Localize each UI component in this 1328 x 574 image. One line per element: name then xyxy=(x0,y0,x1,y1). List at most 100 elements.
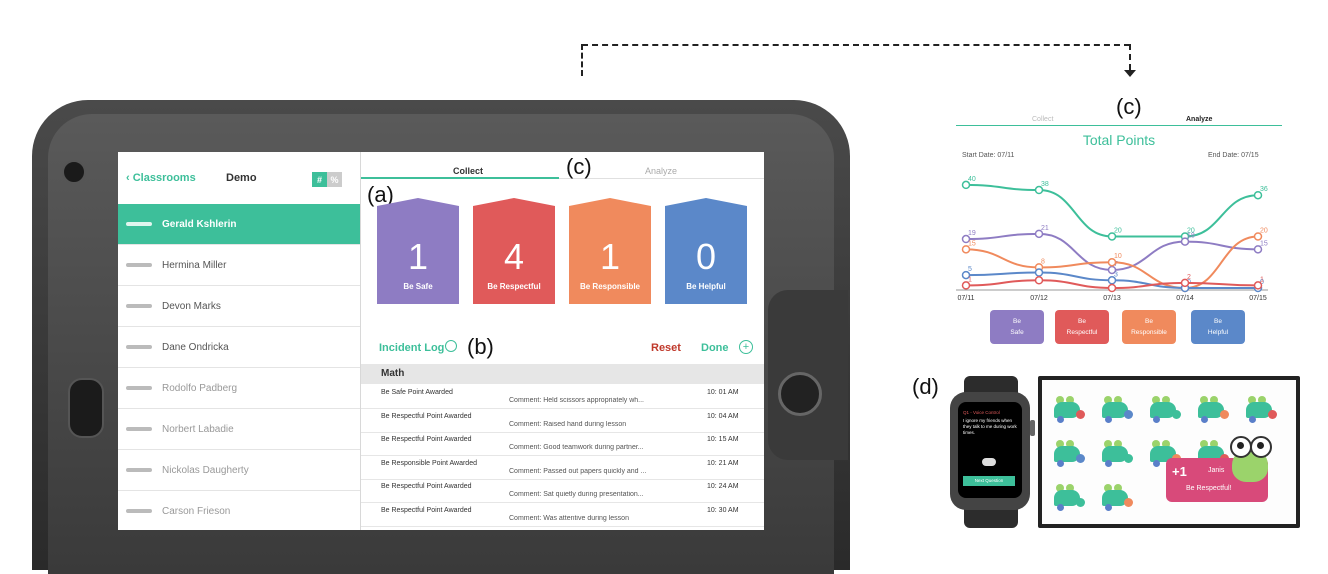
data-label: 18 xyxy=(1187,233,1195,240)
watch-crown[interactable] xyxy=(1030,420,1035,436)
card-peak xyxy=(665,198,747,206)
next-question-button[interactable]: Next Question xyxy=(963,476,1015,486)
status-dot xyxy=(1220,410,1229,419)
log-type: Be Respectful Point Awarded xyxy=(381,506,472,514)
data-label: 1 xyxy=(1260,276,1264,283)
back-button[interactable]: ‹ Classrooms xyxy=(126,172,196,184)
student-row[interactable]: Hermina Miller xyxy=(118,245,360,286)
data-label: 21 xyxy=(1041,225,1049,232)
log-time: 10: 15 AM xyxy=(707,436,739,443)
point-card[interactable]: 0 Be Helpful xyxy=(665,198,747,304)
log-row[interactable]: Be Responsible Point Awarded Comment: Pas… xyxy=(361,456,764,480)
log-row[interactable]: Be Respectful Point Awarded Comment: Good… xyxy=(361,432,764,456)
chevron-left-icon: ‹ xyxy=(126,172,133,184)
data-label: 40 xyxy=(968,176,976,183)
log-row[interactable]: Be Safe Point Awarded Comment: Held sciss… xyxy=(361,385,764,409)
classroom-title: Demo xyxy=(226,172,257,184)
legend-text-1: Be xyxy=(1013,318,1021,325)
count-dot xyxy=(1249,416,1256,423)
card-value: 4 xyxy=(503,236,525,277)
student-name: Dane Ondricka xyxy=(162,341,229,353)
data-label: 36 xyxy=(1260,186,1268,193)
data-point[interactable] xyxy=(1034,276,1044,285)
add-icon[interactable]: + xyxy=(739,340,753,354)
legend-text-2: Respectful xyxy=(1066,329,1098,336)
series-line xyxy=(965,183,1259,238)
log-comment: Comment: Was attentive during lesson xyxy=(509,514,629,522)
count-dot xyxy=(1201,416,1208,423)
student-row[interactable]: Nickolas Daugherty xyxy=(118,450,360,491)
log-time: 10: 30 AM xyxy=(707,506,739,514)
x-tick-label: 07/12 xyxy=(1030,295,1048,300)
figure-label-d: (d) xyxy=(912,374,939,399)
toggle-switch[interactable] xyxy=(982,458,996,466)
data-label: 10 xyxy=(1114,253,1122,260)
student-row[interactable]: Rodolfo Padberg xyxy=(118,368,360,409)
card-label: Be Safe xyxy=(403,282,433,291)
figure-label-b: (b) xyxy=(467,334,494,359)
log-row[interactable]: Be Respectful Point Awarded Comment: Rais… xyxy=(361,409,764,433)
done-button[interactable]: Done xyxy=(701,342,729,354)
count-toggle[interactable]: # % xyxy=(312,172,342,187)
tab-collect[interactable]: Collect xyxy=(453,166,483,176)
point-card[interactable]: 1 Be Safe xyxy=(377,198,459,304)
legend-text-1: Be xyxy=(1078,318,1086,325)
student-row[interactable]: Devon Marks xyxy=(118,286,360,327)
data-point[interactable] xyxy=(1107,283,1117,293)
main-panel: Collect Analyze (c) (a) 1 Be Safe 4 Be Resp… xyxy=(361,152,764,530)
student-list: Gerald Kshlerin Hermina Miller Devon Marks… xyxy=(118,204,360,530)
frog-mascot-icon xyxy=(1228,434,1272,486)
log-type: Be Respectful Point Awarded xyxy=(381,436,472,443)
count-dot xyxy=(1105,504,1112,511)
data-label: 1 xyxy=(968,276,972,283)
student-avatar-icon xyxy=(1102,438,1134,467)
toggle-percent[interactable]: % xyxy=(327,172,342,187)
status-dot xyxy=(1124,498,1133,507)
count-dot xyxy=(1057,416,1064,423)
student-row[interactable]: Gerald Kshlerin xyxy=(118,204,360,245)
legend-text-1: Be xyxy=(1145,318,1153,325)
legend-button[interactable]: Be Safe xyxy=(990,310,1044,344)
search-icon[interactable] xyxy=(445,340,457,352)
student-avatar-icon xyxy=(1054,438,1086,467)
figure-label-c-screen: (c) xyxy=(566,154,592,179)
tab-analyze[interactable]: Analyze xyxy=(645,166,677,176)
reward-points: +1 xyxy=(1172,464,1187,479)
end-date: End Date: 07/15 xyxy=(1208,152,1259,159)
status-dot xyxy=(1076,410,1085,419)
log-row[interactable]: Be Respectful Point Awarded Comment: Sat … xyxy=(361,479,764,503)
analyze-tab-analyze[interactable]: Analyze xyxy=(1186,116,1212,123)
data-point[interactable] xyxy=(1034,268,1044,277)
legend-button[interactable]: Be Respectful xyxy=(1055,310,1109,344)
toggle-count[interactable]: # xyxy=(312,172,327,187)
classroom-display: +1 Janis Be Respectful! xyxy=(1038,376,1300,528)
point-card[interactable]: 4 Be Respectful xyxy=(473,198,555,304)
reward-message: Be Respectful! xyxy=(1186,485,1232,492)
student-row[interactable]: Carson Frieson xyxy=(118,491,360,530)
signal-icon xyxy=(126,386,152,390)
count-dot xyxy=(1057,460,1064,467)
legend-button[interactable]: Be Responsible xyxy=(1122,310,1176,344)
tablet-slot xyxy=(68,378,104,438)
card-label: Be Helpful xyxy=(686,282,726,291)
signal-icon xyxy=(126,427,152,431)
log-row[interactable]: Be Respectful Point Awarded Comment: Was … xyxy=(361,503,764,527)
status-dot xyxy=(1124,454,1133,463)
x-tick-label: 07/13 xyxy=(1103,295,1121,300)
status-dot xyxy=(1076,454,1085,463)
analyze-tab-collect[interactable]: Collect xyxy=(1032,116,1053,123)
student-name: Gerald Kshlerin xyxy=(162,218,237,230)
camera-icon xyxy=(62,160,86,184)
data-label: 38 xyxy=(1041,181,1049,188)
student-row[interactable]: Norbert Labadie xyxy=(118,409,360,450)
legend-button[interactable]: Be Helpful xyxy=(1191,310,1245,344)
point-card[interactable]: 1 Be Responsible xyxy=(569,198,651,304)
student-row[interactable]: Dane Ondricka xyxy=(118,327,360,368)
student-name: Norbert Labadie xyxy=(162,423,234,435)
watch-question-text: I ignore my friends when they talk to me… xyxy=(963,418,1017,435)
reset-button[interactable]: Reset xyxy=(651,342,681,354)
home-button[interactable] xyxy=(778,372,822,416)
incident-log-bar: Incident Log (b) Reset Done + xyxy=(379,334,759,359)
connector-line-right xyxy=(1129,44,1131,70)
watch-screen: Q1 - Voice Control I ignore my friends w… xyxy=(958,402,1022,498)
